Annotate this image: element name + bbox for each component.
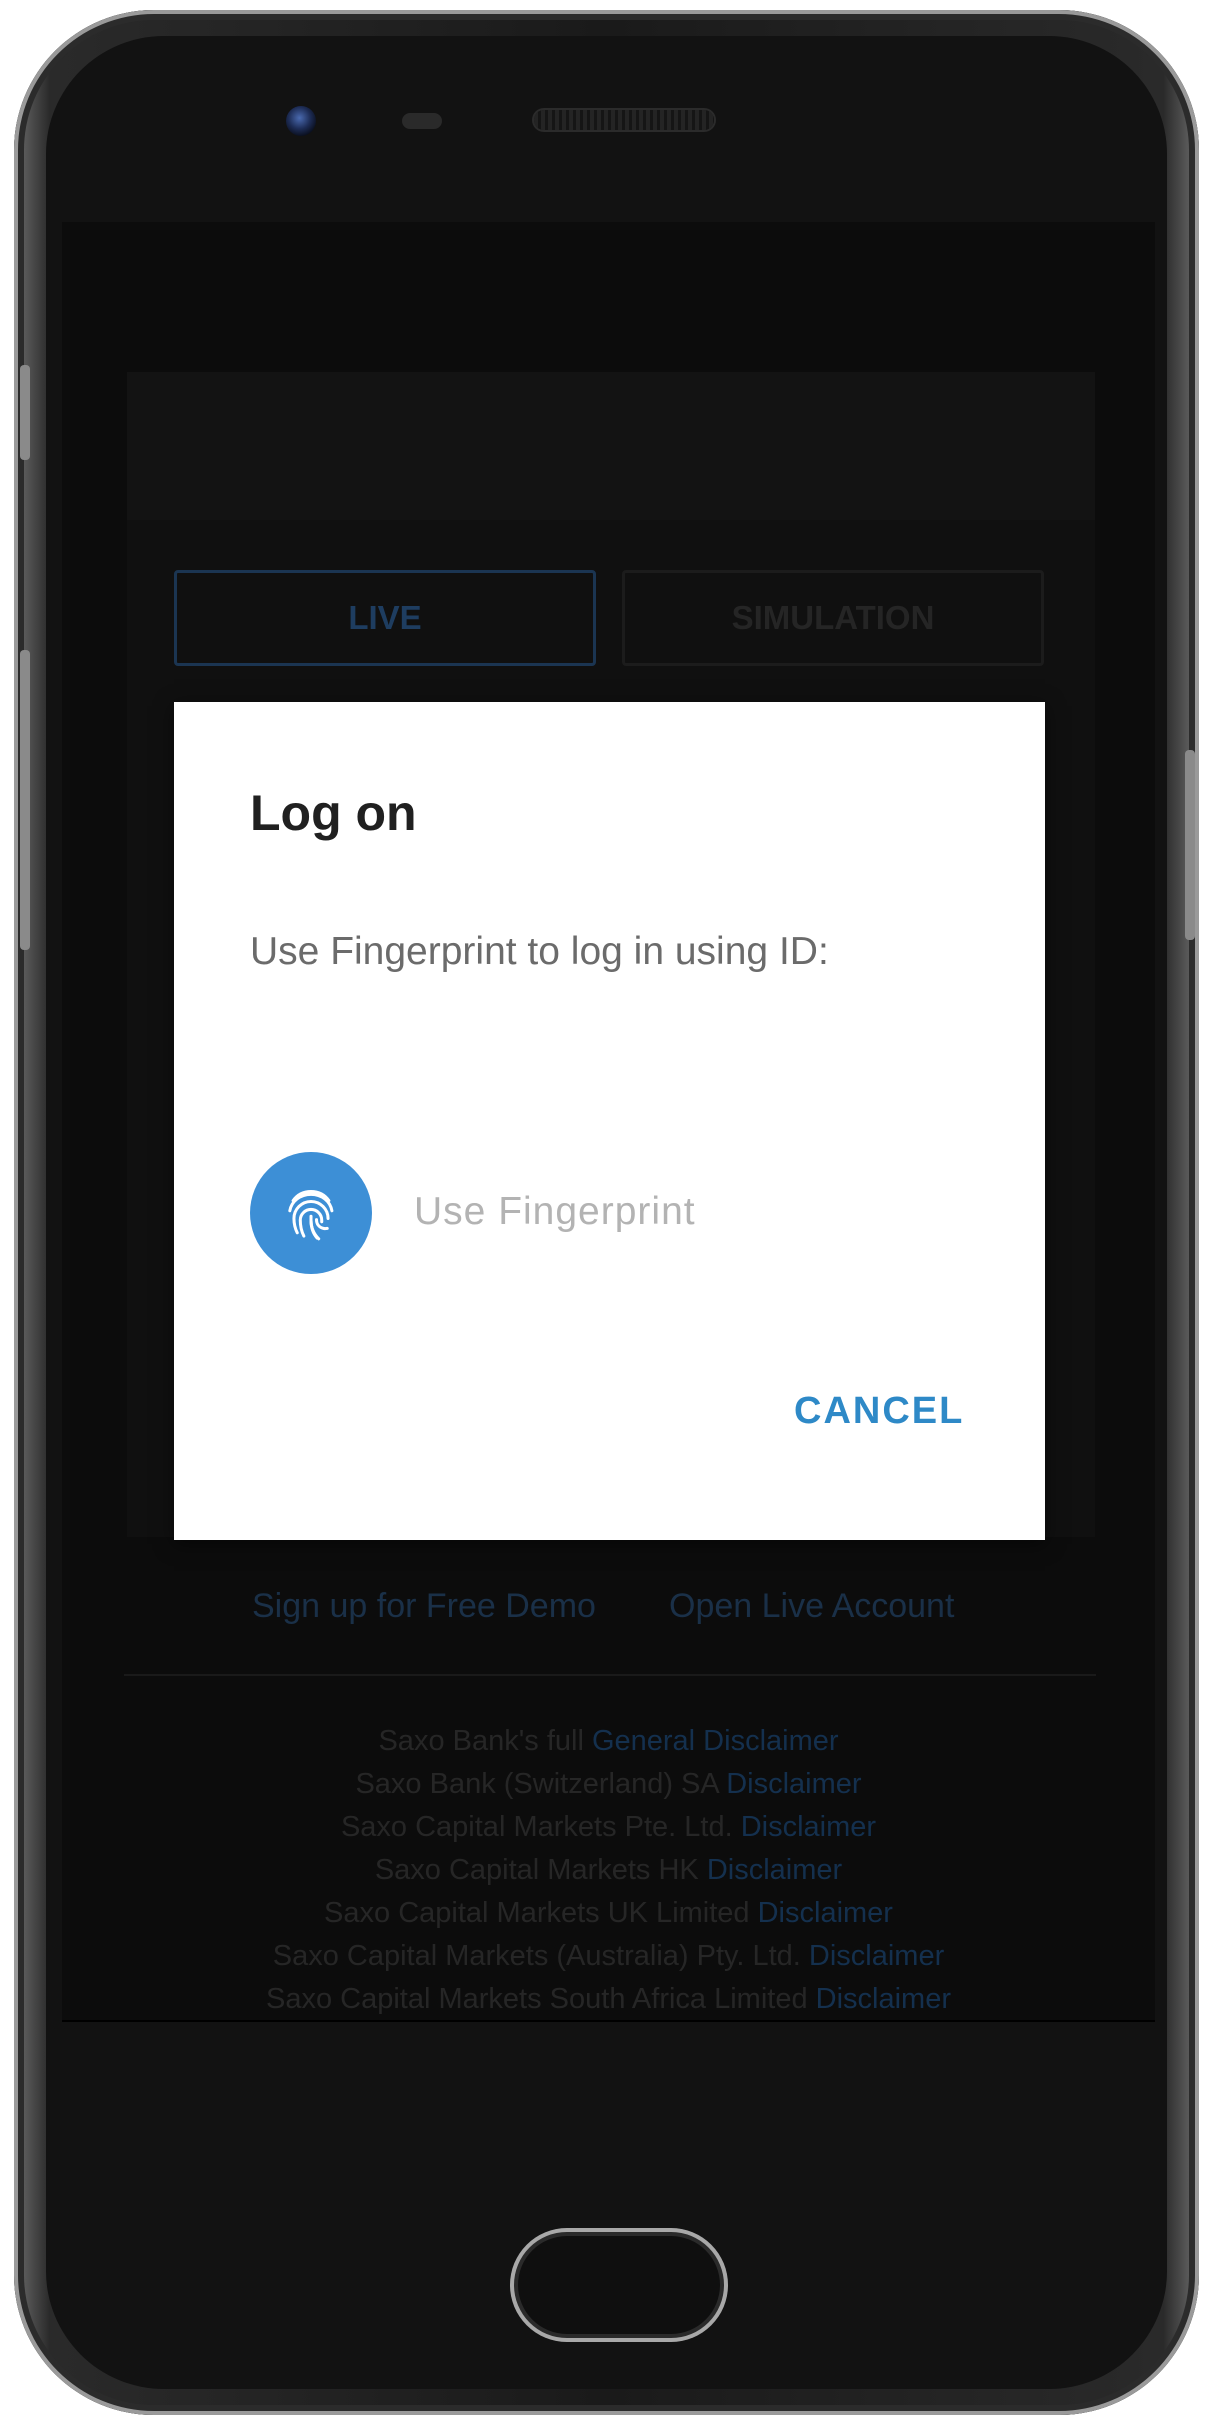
tab-live[interactable]: LIVE xyxy=(174,570,596,666)
disclaimer-link[interactable]: Disclaimer xyxy=(707,1854,842,1886)
earpiece-speaker xyxy=(534,110,714,130)
disclaimer-link[interactable]: Disclaimer xyxy=(741,1811,876,1843)
proximity-sensor xyxy=(402,113,442,129)
account-links: Sign up for Free Demo Open Live Account xyxy=(62,1587,1155,1637)
dialog-title: Log on xyxy=(250,785,417,841)
tab-simulation[interactable]: SIMULATION xyxy=(622,570,1044,666)
dialog-message: Use Fingerprint to log in using ID: xyxy=(250,930,829,973)
disclaimer-list: Saxo Bank's full General Disclaimer Saxo… xyxy=(62,1720,1155,2021)
disclaimer-link[interactable]: Disclaimer xyxy=(809,1940,944,1972)
screen: LIVE SIMULATION Sign up for Free Demo Op… xyxy=(62,222,1155,2022)
disclaimer-line: Saxo Capital Markets UK Limited Disclaim… xyxy=(324,1897,893,1929)
divider xyxy=(124,1674,1096,1676)
disclaimer-line: Saxo Bank (Switzerland) SA Disclaimer xyxy=(355,1768,862,1800)
log-on-dialog: Log on Use Fingerprint to log in using I… xyxy=(174,702,1045,1540)
fingerprint-icon xyxy=(250,1152,372,1274)
disclaimer-link[interactable]: Disclaimer xyxy=(726,1768,861,1800)
home-key-button[interactable] xyxy=(510,2228,728,2342)
cancel-button[interactable]: CANCEL xyxy=(794,1390,964,1433)
use-fingerprint-label: Use Fingerprint xyxy=(414,1190,696,1233)
volume-button xyxy=(20,365,30,460)
side-button xyxy=(20,650,30,950)
app-header xyxy=(127,372,1095,520)
disclaimer-line: Saxo Capital Markets (Australia) Pty. Lt… xyxy=(272,1940,945,1972)
disclaimer-link[interactable]: Disclaimer xyxy=(816,1983,951,2015)
open-live-account-link[interactable]: Open Live Account xyxy=(669,1587,954,1626)
signup-demo-link[interactable]: Sign up for Free Demo xyxy=(252,1587,596,1626)
disclaimer-link[interactable]: Disclaimer xyxy=(758,1897,893,1929)
disclaimer-line: Saxo Capital Markets South Africa Limite… xyxy=(266,1983,951,2015)
navigation-bar xyxy=(62,2020,1155,2022)
disclaimer-line: Saxo Capital Markets HK Disclaimer xyxy=(374,1854,843,1886)
power-button xyxy=(1185,750,1195,940)
disclaimer-line: Saxo Capital Markets Pte. Ltd. Disclaime… xyxy=(340,1811,877,1843)
disclaimer-link[interactable]: General Disclaimer xyxy=(592,1725,839,1757)
disclaimer-line: Saxo Bank's full General Disclaimer xyxy=(378,1725,839,1757)
front-camera-icon xyxy=(286,106,316,136)
